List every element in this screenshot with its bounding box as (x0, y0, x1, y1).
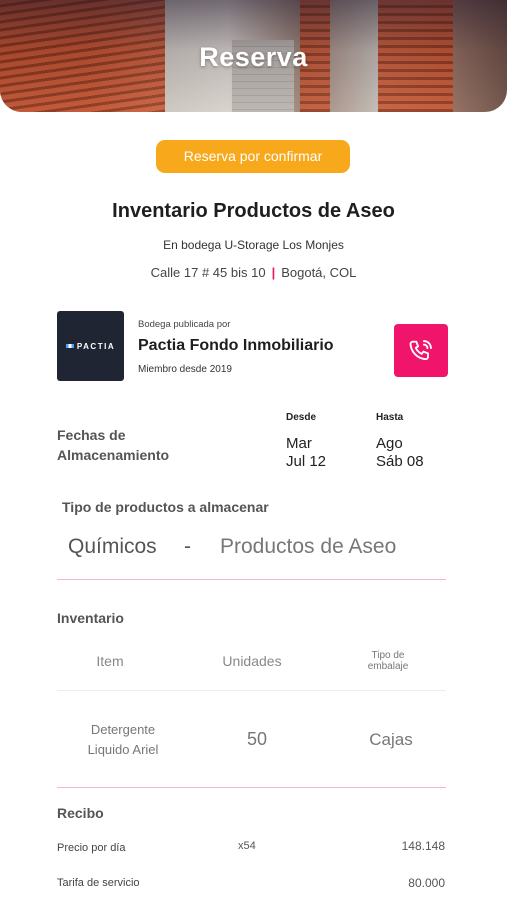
date-to-label: Hasta (376, 412, 404, 423)
product-type-separator: - (184, 535, 191, 558)
receipt-label: Recibo (57, 805, 104, 821)
warehouse-location: En bodega U-Storage Los Monjes (0, 238, 507, 252)
product-type-value: Productos de Aseo (220, 535, 397, 558)
date-from-label: Desde (286, 412, 317, 423)
column-header-packaging-line2: embalaje (367, 661, 409, 672)
date-from-value: Mar Jul 12 (286, 435, 326, 471)
receipt-line-name: Precio por día (57, 842, 126, 854)
phone-icon (409, 339, 432, 360)
storage-dates-label-line2: Almacenamiento (57, 447, 170, 463)
item-name-line1: Detergente (90, 722, 156, 737)
owner-member-since: Miembro desde 2019 (138, 364, 232, 375)
date-from-date: Jul 12 (286, 453, 327, 470)
inventory-label: Inventario (57, 610, 124, 626)
divider (57, 690, 446, 691)
logo-text: PACTIA (76, 341, 116, 351)
address-line: Calle 17 # 45 bis 10 | Bogotá, COL (0, 265, 507, 280)
header-banner: Reserva (0, 0, 507, 112)
item-units: 50 (246, 729, 268, 749)
receipt-line-qty: x54 (238, 840, 256, 852)
date-to-value: Ago Sáb 08 (376, 435, 424, 471)
storage-dates-label: Fechas de Almacenamiento (57, 425, 169, 465)
reservation-title: Inventario Productos de Aseo (112, 200, 395, 222)
city: Bogotá, COL (281, 265, 357, 280)
item-name: Detergente Liquido Ariel (64, 720, 182, 760)
status-badge: Reserva por confirmar (156, 140, 350, 173)
owner-name: Pactia Fondo Inmobiliario (138, 337, 334, 354)
call-owner-button[interactable] (394, 324, 448, 377)
column-header-packaging-line1: Tipo de (371, 650, 405, 661)
address-separator: | (271, 265, 276, 280)
owner-caption: Bodega publicada por (138, 319, 231, 330)
divider (57, 579, 446, 580)
product-category: Químicos (68, 535, 157, 558)
column-header-units: Unidades (222, 653, 282, 669)
product-type-label: Tipo de productos a almacenar (62, 499, 269, 515)
receipt-line-amount: 148.148 (401, 839, 445, 853)
logo-mark-icon (65, 344, 74, 348)
page-title: Reserva (199, 42, 308, 72)
owner-logo: PACTIA (57, 311, 124, 381)
item-name-line2: Liquido Ariel (87, 742, 159, 757)
column-header-packaging: Tipo de embalaje (343, 650, 433, 672)
column-header-item: Item (96, 653, 124, 669)
storage-dates-label-line1: Fechas de (57, 427, 126, 443)
receipt-line-amount: 80.000 (408, 876, 445, 890)
date-to-day: Ago (376, 435, 403, 452)
street-address: Calle 17 # 45 bis 10 (150, 265, 266, 280)
location-prefix: En bodega (163, 238, 222, 252)
receipt-line-name: Tarifa de servicio (57, 877, 140, 889)
date-to-date: Sáb 08 (376, 453, 424, 470)
warehouse-name: U-Storage Los Monjes (224, 238, 344, 252)
divider (57, 787, 446, 788)
date-from-day: Mar (286, 435, 312, 452)
item-packaging: Cajas (369, 730, 413, 749)
